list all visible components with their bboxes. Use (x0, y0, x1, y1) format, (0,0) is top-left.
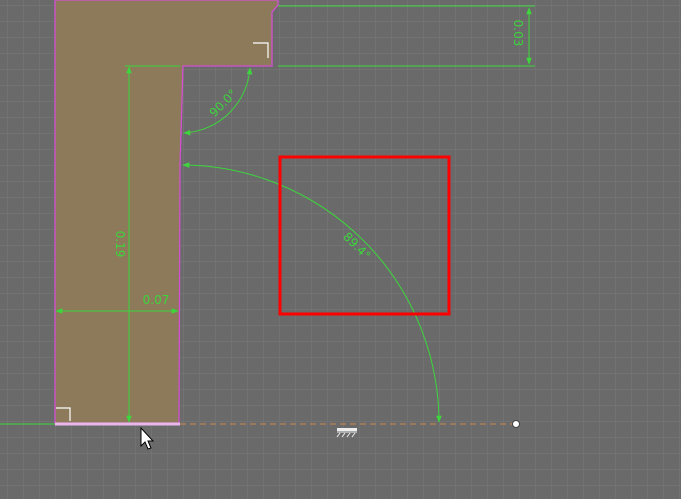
endpoint-dot-icon[interactable] (512, 420, 520, 428)
dim-label-offset[interactable]: 0.03 (511, 20, 525, 47)
dim-label-height[interactable]: 0.19 (113, 231, 127, 258)
dim-label-width[interactable]: 0.07 (143, 293, 170, 307)
sketch-viewport[interactable]: 0.03 90.0° 0.19 0.07 89.4° (0, 0, 681, 499)
sketch-canvas[interactable]: 0.03 90.0° 0.19 0.07 89.4° (0, 0, 681, 499)
